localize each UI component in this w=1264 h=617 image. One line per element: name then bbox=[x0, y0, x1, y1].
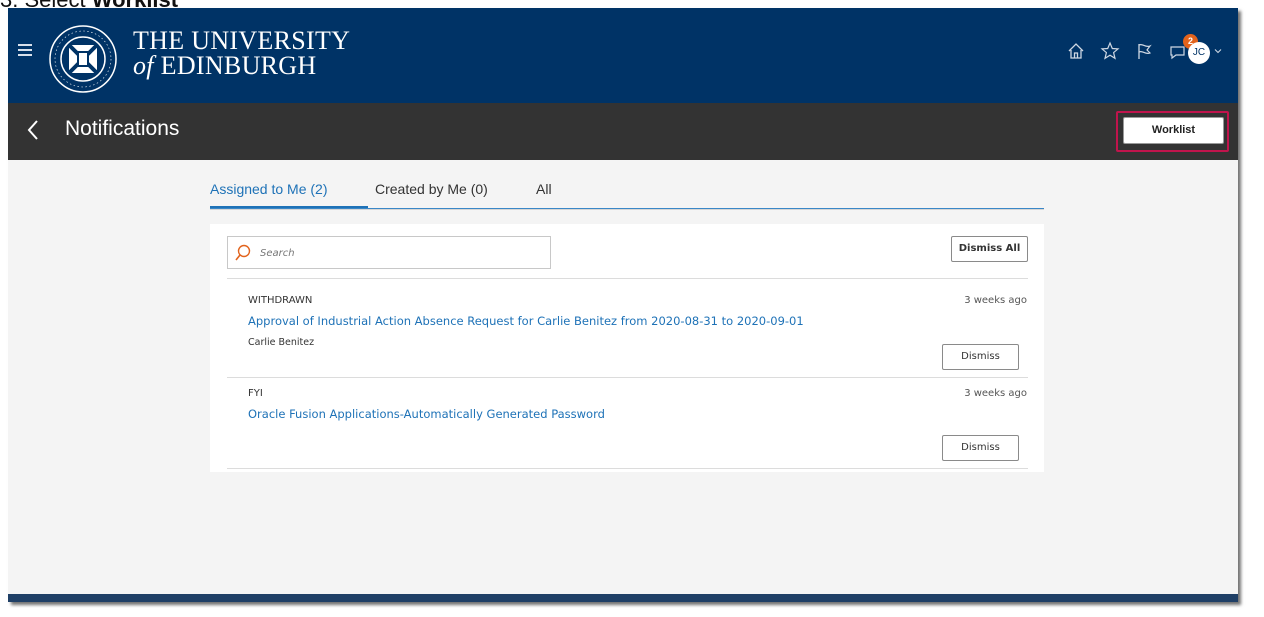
footer-bar bbox=[8, 594, 1238, 602]
app-window: THE UNIVERSITY of EDINBURGH 2 JC Notific… bbox=[8, 8, 1238, 602]
page-title-bar: Notifications Worklist bbox=[8, 103, 1238, 160]
chevron-down-icon[interactable] bbox=[1213, 46, 1223, 56]
notification-sender: Carlie Benitez bbox=[248, 337, 315, 348]
tab-assigned-to-me[interactable]: Assigned to Me (2) bbox=[210, 181, 328, 197]
notification-link[interactable]: Oracle Fusion Applications-Automatically… bbox=[248, 407, 605, 421]
menu-icon[interactable] bbox=[18, 44, 32, 58]
notification-status: WITHDRAWN bbox=[248, 295, 313, 306]
notification-time: 3 weeks ago bbox=[964, 388, 1027, 399]
notification-tabs: Assigned to Me (2) Created by Me (0) All bbox=[210, 173, 1044, 210]
back-chevron-icon[interactable] bbox=[26, 118, 40, 142]
user-avatar[interactable]: JC bbox=[1188, 42, 1210, 64]
home-icon[interactable] bbox=[1066, 41, 1086, 61]
university-wordmark: THE UNIVERSITY of EDINBURGH bbox=[133, 26, 351, 80]
tab-label: Assigned to Me (2) bbox=[210, 181, 328, 197]
tab-all[interactable]: All bbox=[536, 181, 552, 197]
flag-icon[interactable] bbox=[1134, 41, 1154, 61]
dismiss-all-button[interactable]: Dismiss All bbox=[951, 236, 1028, 262]
tabs-divider bbox=[210, 208, 1044, 209]
page-title: Notifications bbox=[65, 117, 180, 140]
dismiss-button[interactable]: Dismiss bbox=[942, 435, 1019, 461]
notification-status: FYI bbox=[248, 388, 263, 399]
star-icon[interactable] bbox=[1100, 41, 1120, 61]
divider bbox=[227, 468, 1028, 469]
brand-line-2: of EDINBURGH bbox=[133, 51, 350, 80]
brand-of: of bbox=[133, 51, 154, 80]
divider bbox=[227, 278, 1028, 279]
notification-link[interactable]: Approval of Industrial Action Absence Re… bbox=[248, 314, 804, 328]
university-crest[interactable] bbox=[48, 24, 118, 94]
tab-label: All bbox=[536, 181, 552, 197]
search-input[interactable] bbox=[260, 244, 540, 262]
search-field[interactable] bbox=[227, 236, 551, 269]
global-header: THE UNIVERSITY of EDINBURGH 2 JC bbox=[8, 8, 1238, 103]
search-icon bbox=[235, 244, 251, 261]
divider bbox=[227, 377, 1028, 378]
tab-label: Created by Me (0) bbox=[375, 181, 488, 197]
brand-name: EDINBURGH bbox=[160, 51, 317, 80]
tab-created-by-me[interactable]: Created by Me (0) bbox=[375, 181, 488, 197]
notifications-panel: Dismiss All WITHDRAWN 3 weeks ago Approv… bbox=[210, 224, 1044, 472]
brand-line-1: THE UNIVERSITY bbox=[133, 26, 351, 55]
notification-time: 3 weeks ago bbox=[964, 295, 1027, 306]
dismiss-button[interactable]: Dismiss bbox=[942, 344, 1019, 370]
worklist-button[interactable]: Worklist bbox=[1123, 117, 1224, 144]
